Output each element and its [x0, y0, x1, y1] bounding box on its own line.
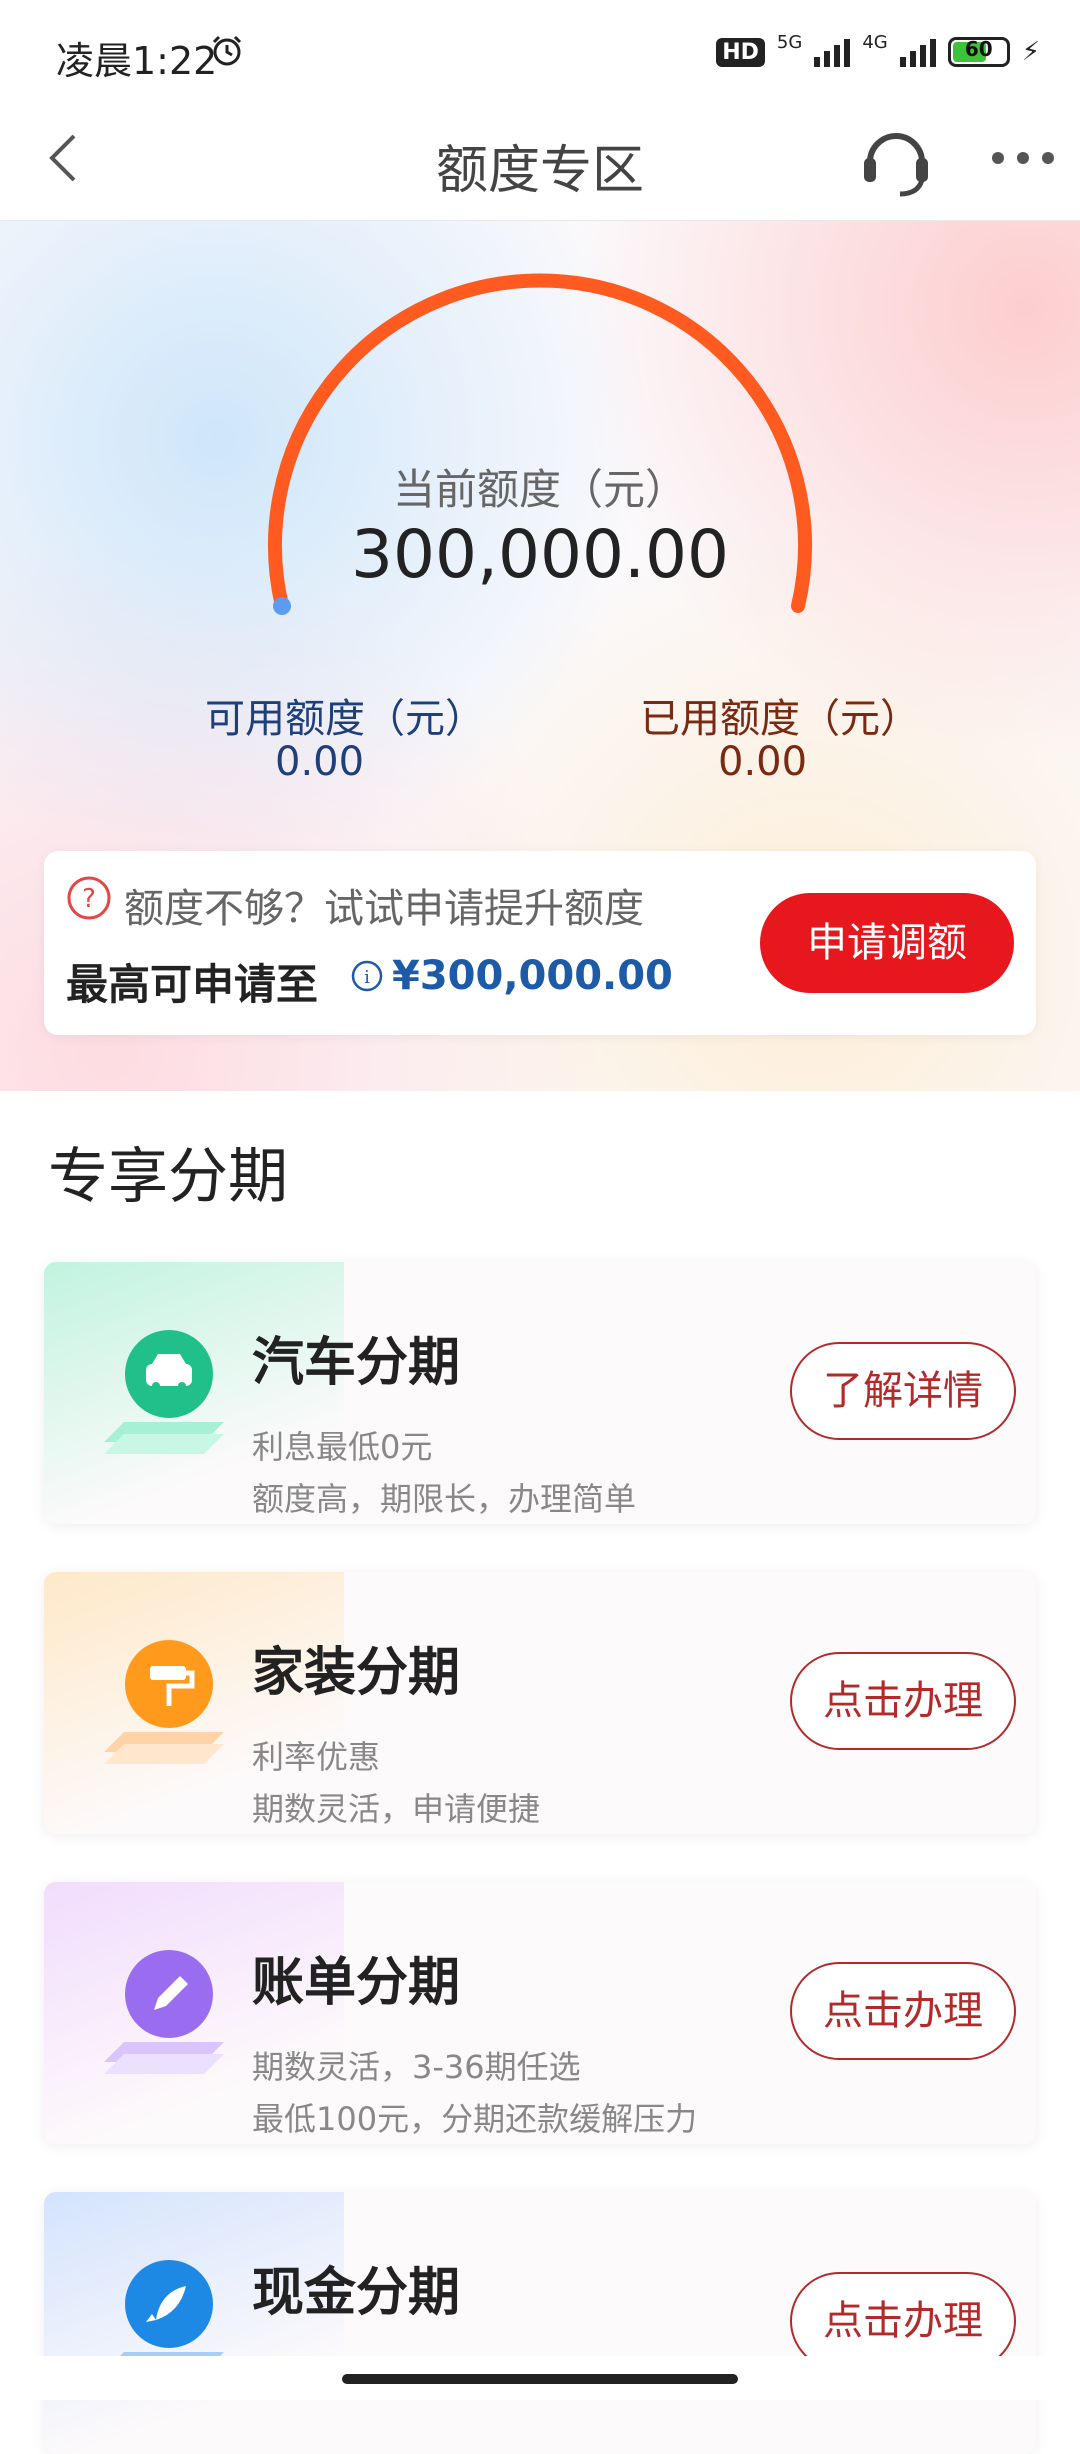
product-desc-2: 期数灵活，申请便捷 — [252, 1790, 541, 1828]
increase-hint: 额度不够？试试申请提升额度 — [124, 886, 644, 932]
question-icon: ? — [67, 876, 111, 920]
quota-panel: 当前额度（元） 300,000.00 可用额度（元） 0.00 已用额度（元） … — [0, 221, 1080, 1091]
home-indicator[interactable] — [342, 2374, 738, 2384]
available-quota-value: 0.00 — [275, 739, 365, 785]
customer-service-icon[interactable] — [860, 120, 932, 200]
apply-now-button[interactable]: 点击办理 — [790, 1962, 1016, 2060]
pen-icon — [104, 1950, 224, 2074]
signal-icon — [814, 37, 851, 67]
learn-more-button[interactable]: 了解详情 — [790, 1342, 1016, 1440]
max-apply-label: 最高可申请至 — [66, 960, 319, 1009]
product-desc-2: 最低100元，分期还款缓解压力 — [252, 2100, 698, 2138]
charging-icon: ⚡ — [1021, 37, 1040, 67]
product-desc-2: 额度高，期限长，办理简单 — [252, 1480, 637, 1518]
network-5g: 5G — [776, 31, 803, 53]
product-card-car[interactable]: 汽车分期 利息最低0元 额度高，期限长，办理简单 了解详情 — [44, 1262, 1036, 1524]
nav-bar: 额度专区 — [0, 100, 1080, 221]
apply-increase-card: ? 额度不够？试试申请提升额度 最高可申请至 i ¥300,000.00 申请调… — [44, 851, 1036, 1035]
signal-icon-2 — [899, 37, 936, 67]
available-quota-label: 可用额度（元） — [205, 696, 485, 742]
status-time: 凌晨1:22 — [56, 39, 218, 83]
product-title: 汽车分期 — [252, 1333, 461, 1393]
section-title: 专享分期 — [48, 1142, 288, 1212]
more-icon[interactable] — [990, 150, 1056, 166]
svg-text:i: i — [364, 967, 370, 988]
max-apply-amount: ¥300,000.00 — [392, 953, 673, 999]
paint-roller-icon — [104, 1640, 224, 1764]
product-title: 家装分期 — [252, 1643, 461, 1703]
battery-icon: 60 — [947, 37, 1010, 67]
product-desc-1: 利息最低0元 — [252, 1428, 433, 1466]
status-bar: 凌晨1:22 HD 5G 4G 60 ⚡ — [0, 0, 1080, 100]
apply-adjust-button[interactable]: 申请调额 — [760, 893, 1014, 993]
used-quota-value: 0.00 — [718, 739, 808, 785]
alarm-icon — [212, 35, 242, 66]
product-title: 现金分期 — [252, 2263, 461, 2323]
apply-now-button[interactable]: 点击办理 — [790, 1652, 1016, 1750]
product-card-home-decor[interactable]: 家装分期 利率优惠 期数灵活，申请便捷 点击办理 — [44, 1572, 1036, 1834]
product-title: 账单分期 — [252, 1953, 461, 2013]
current-quota-value: 300,000.00 — [351, 516, 729, 593]
product-card-bill[interactable]: 账单分期 期数灵活，3-36期任选 最低100元，分期还款缓解压力 点击办理 — [44, 1882, 1036, 2144]
used-quota-label: 已用额度（元） — [640, 696, 920, 742]
product-desc-1: 利率优惠 — [252, 1738, 381, 1776]
battery-level: 60 — [964, 37, 993, 61]
product-desc-1: 期数灵活，3-36期任选 — [252, 2048, 581, 2086]
svg-text:?: ? — [82, 884, 96, 914]
info-icon[interactable]: i — [350, 959, 384, 993]
car-icon — [104, 1330, 224, 1454]
product-card-cash[interactable]: 现金分期 点击办理 — [44, 2192, 1036, 2454]
network-4g: 4G — [862, 31, 888, 53]
hd-badge: HD — [716, 37, 765, 67]
current-quota-label: 当前额度（元） — [392, 465, 687, 514]
